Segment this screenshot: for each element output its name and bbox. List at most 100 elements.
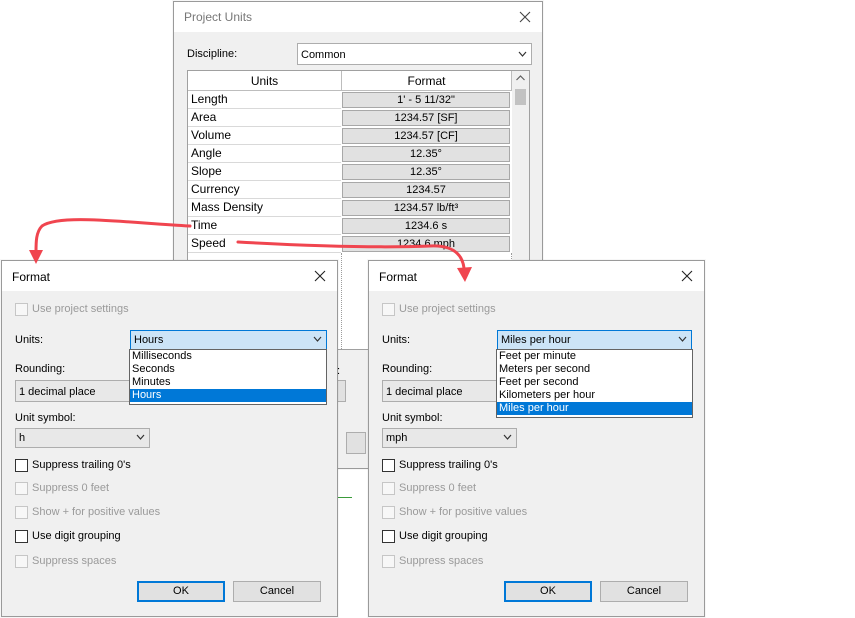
- dialog-title: Format: [12, 270, 51, 284]
- table-row[interactable]: Speed 1234.6 mph: [188, 235, 512, 253]
- use-project-settings-checkbox[interactable]: [15, 303, 28, 316]
- table-row[interactable]: Currency 1234.57: [188, 181, 512, 199]
- column-header-units[interactable]: Units: [188, 71, 342, 91]
- suppress-zero-feet-checkbox[interactable]: [15, 482, 28, 495]
- table-row[interactable]: Length 1' - 5 11/32": [188, 91, 512, 109]
- units-label: Units:: [382, 334, 411, 346]
- unit-name-cell: Length: [188, 91, 341, 109]
- rounding-value: 1 decimal place: [386, 386, 463, 398]
- dialog-title: Project Units: [184, 10, 253, 24]
- digit-grouping-label: Use digit grouping: [32, 530, 121, 542]
- show-plus-label: Show + for positive values: [32, 506, 161, 518]
- format-button[interactable]: 1234.57 lb/ft³: [342, 200, 510, 216]
- use-project-settings-label: Use project settings: [399, 303, 496, 315]
- suppress-spaces-label: Suppress spaces: [32, 555, 117, 567]
- unit-symbol-select[interactable]: mph: [382, 428, 517, 448]
- close-icon: [681, 270, 693, 282]
- digit-grouping-checkbox[interactable]: [382, 530, 395, 543]
- dropdown-option[interactable]: Minutes: [130, 376, 326, 389]
- format-dialog-speed: Format Use project settings Units: Miles…: [368, 260, 705, 617]
- column-header-format[interactable]: Format: [342, 71, 512, 91]
- unit-name-cell: Angle: [188, 145, 341, 163]
- suppress-trailing-zeros-label: Suppress trailing 0's: [399, 459, 498, 471]
- unit-symbol-value: mph: [386, 432, 408, 444]
- format-button[interactable]: 12.35°: [342, 164, 510, 180]
- table-row[interactable]: Angle 12.35°: [188, 145, 512, 163]
- close-button[interactable]: [676, 265, 698, 287]
- unit-name-cell: Time: [188, 217, 341, 235]
- suppress-spaces-checkbox[interactable]: [382, 555, 395, 568]
- close-button[interactable]: [514, 6, 536, 28]
- suppress-spaces-checkbox[interactable]: [15, 555, 28, 568]
- discipline-label: Discipline:: [187, 48, 238, 60]
- chevron-down-icon: [678, 336, 687, 342]
- scroll-up-icon[interactable]: [512, 71, 529, 85]
- ok-button[interactable]: OK: [137, 581, 225, 602]
- column-divider: [341, 253, 342, 349]
- obscured-button[interactable]: [346, 432, 366, 454]
- cancel-button[interactable]: Cancel: [233, 581, 321, 602]
- use-project-settings-label: Use project settings: [32, 303, 129, 315]
- suppress-trailing-zeros-checkbox[interactable]: [382, 459, 395, 472]
- suppress-trailing-zeros-checkbox[interactable]: [15, 459, 28, 472]
- scroll-thumb[interactable]: [515, 89, 526, 105]
- units-dropdown-list: Milliseconds Seconds Minutes Hours: [129, 349, 327, 405]
- dropdown-option[interactable]: Miles per hour: [497, 402, 692, 415]
- format-button[interactable]: 1234.6 mph: [342, 236, 510, 252]
- format-button[interactable]: 1234.57 [SF]: [342, 110, 510, 126]
- discipline-value: Common: [301, 49, 346, 61]
- units-label: Units:: [15, 334, 44, 346]
- dropdown-option[interactable]: Seconds: [130, 363, 326, 376]
- chevron-down-icon: [313, 336, 322, 342]
- show-plus-checkbox[interactable]: [15, 506, 28, 519]
- format-button[interactable]: 1' - 5 11/32": [342, 92, 510, 108]
- table-row[interactable]: Area 1234.57 [SF]: [188, 109, 512, 127]
- suppress-trailing-zeros-label: Suppress trailing 0's: [32, 459, 131, 471]
- unit-name-cell: Slope: [188, 163, 341, 181]
- unit-name-cell: Area: [188, 109, 341, 127]
- suppress-spaces-label: Suppress spaces: [399, 555, 484, 567]
- title-bar: Format: [2, 261, 337, 291]
- rounding-value: 1 decimal place: [19, 386, 96, 398]
- table-row[interactable]: Mass Density 1234.57 lb/ft³: [188, 199, 512, 217]
- unit-symbol-select[interactable]: h: [15, 428, 150, 448]
- close-button[interactable]: [309, 265, 331, 287]
- use-project-settings-checkbox[interactable]: [382, 303, 395, 316]
- digit-grouping-checkbox[interactable]: [15, 530, 28, 543]
- rounding-label: Rounding:: [382, 363, 433, 375]
- format-button[interactable]: 1234.6 s: [342, 218, 510, 234]
- dropdown-option[interactable]: Hours: [130, 389, 326, 402]
- chevron-down-icon: [518, 51, 527, 57]
- close-icon: [519, 11, 531, 23]
- annotation-arrow: [34, 218, 192, 254]
- close-icon: [314, 270, 326, 282]
- unit-name-cell: Volume: [188, 127, 341, 145]
- show-plus-label: Show + for positive values: [399, 506, 528, 518]
- format-button[interactable]: 12.35°: [342, 146, 510, 162]
- suppress-zero-feet-label: Suppress 0 feet: [399, 482, 477, 494]
- suppress-zero-feet-checkbox[interactable]: [382, 482, 395, 495]
- unit-name-cell: Speed: [188, 235, 341, 253]
- units-select[interactable]: Miles per hour: [497, 330, 692, 350]
- dropdown-option[interactable]: Kilometers per hour: [497, 389, 692, 402]
- dropdown-option[interactable]: Meters per second: [497, 363, 692, 376]
- title-bar: Project Units: [174, 2, 542, 32]
- table-row[interactable]: Time 1234.6 s: [188, 217, 512, 235]
- format-button[interactable]: 1234.57: [342, 182, 510, 198]
- units-value: Miles per hour: [501, 334, 571, 346]
- format-dialog-time: Format Use project settings Units: Hours…: [1, 260, 338, 617]
- table-row[interactable]: Volume 1234.57 [CF]: [188, 127, 512, 145]
- cancel-button[interactable]: Cancel: [600, 581, 688, 602]
- dropdown-option[interactable]: Feet per second: [497, 376, 692, 389]
- unit-symbol-label: Unit symbol:: [15, 412, 76, 424]
- units-select[interactable]: Hours: [130, 330, 327, 350]
- format-button[interactable]: 1234.57 [CF]: [342, 128, 510, 144]
- table-row[interactable]: Slope 12.35°: [188, 163, 512, 181]
- dropdown-option[interactable]: Milliseconds: [130, 350, 326, 363]
- discipline-select[interactable]: Common: [297, 43, 532, 65]
- title-bar: Format: [369, 261, 704, 291]
- ok-button[interactable]: OK: [504, 581, 592, 602]
- show-plus-checkbox[interactable]: [382, 506, 395, 519]
- digit-grouping-label: Use digit grouping: [399, 530, 488, 542]
- dropdown-option[interactable]: Feet per minute: [497, 350, 692, 363]
